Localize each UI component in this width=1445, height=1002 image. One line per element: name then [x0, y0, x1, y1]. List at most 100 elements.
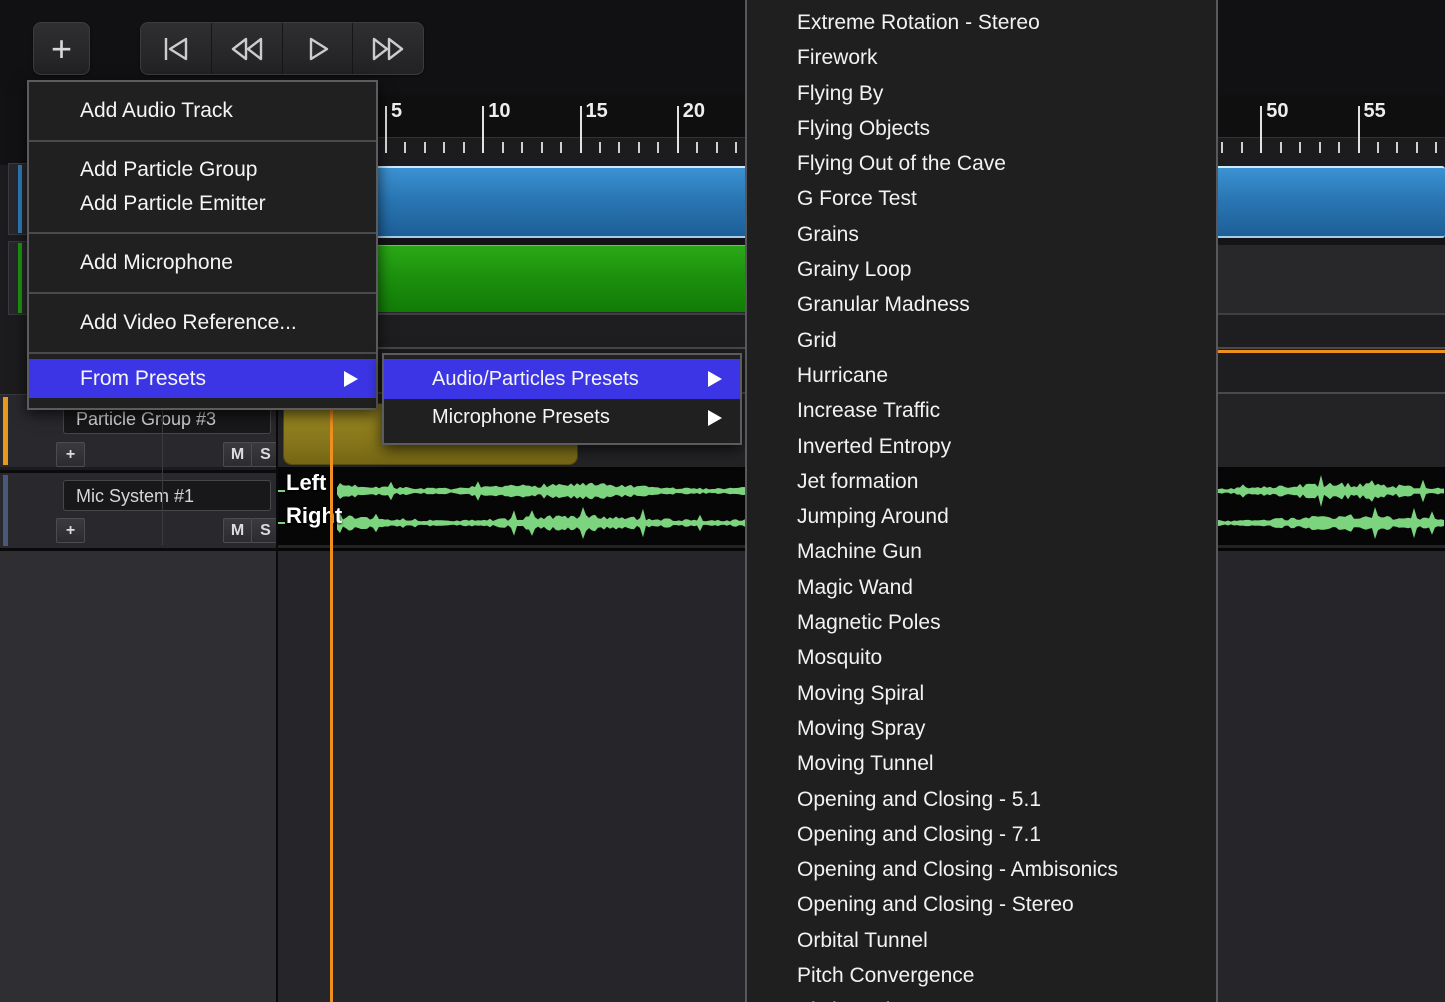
preset-item-inverted-entropy[interactable]: Inverted Entropy	[747, 429, 1216, 464]
submenu-arrow-icon	[708, 371, 722, 387]
particle-add-button[interactable]: +	[56, 442, 85, 467]
rewind-icon	[229, 35, 265, 63]
menu-item-add-video-reference[interactable]: Add Video Reference...	[29, 306, 376, 340]
preset-item-mosquito[interactable]: Mosquito	[747, 640, 1216, 675]
header-panel-lower-area	[0, 548, 276, 1002]
preset-item-moving-tunnel[interactable]: Moving Tunnel	[747, 746, 1216, 781]
ruler-minor-tick	[560, 142, 562, 153]
menu-item-add-particle-emitter[interactable]: Add Particle Emitter	[29, 187, 376, 221]
ruler-major-tick	[385, 106, 387, 153]
preset-item-flying-objects[interactable]: Flying Objects	[747, 111, 1216, 146]
ruler-minor-tick	[1241, 142, 1243, 153]
preset-item-flying-by[interactable]: Flying By	[747, 76, 1216, 111]
skip-to-start-icon	[159, 35, 193, 63]
preset-item-g-force-test[interactable]: G Force Test	[747, 181, 1216, 216]
menu-item-label: Add Audio Track	[80, 99, 233, 122]
preset-item-magic-wand[interactable]: Magic Wand	[747, 570, 1216, 605]
preset-item-pitch-convergence[interactable]: Pitch Convergence	[747, 958, 1216, 993]
menu-section: Add Microphone	[29, 234, 376, 292]
preset-list-panel: Extreme Rotation - StereoFireworkFlying …	[745, 0, 1218, 1002]
ruler-minor-tick	[541, 142, 543, 153]
preset-item-opening-and-closing-stereo[interactable]: Opening and Closing - Stereo	[747, 887, 1216, 922]
track1-color-bar	[18, 165, 22, 233]
ruler-tick-label: 10	[488, 100, 510, 123]
menu-item-add-particle-group[interactable]: Add Particle Group	[29, 153, 376, 187]
preset-item-firework[interactable]: Firework	[747, 40, 1216, 75]
submenu-item-audio-particles-presets[interactable]: Audio/Particles Presets	[384, 359, 740, 399]
fast-forward-icon	[370, 35, 406, 63]
menu-item-label: Add Microphone	[80, 251, 233, 274]
preset-item-increase-traffic[interactable]: Increase Traffic	[747, 393, 1216, 428]
preset-item-pitch-madness[interactable]: Pitch Madness	[747, 993, 1216, 1002]
rewind-button[interactable]	[212, 23, 283, 74]
preset-item-flying-out-of-the-cave[interactable]: Flying Out of the Cave	[747, 146, 1216, 181]
preset-item-extreme-rotation-stereo[interactable]: Extreme Rotation - Stereo	[747, 5, 1216, 40]
preset-item-machine-gun[interactable]: Machine Gun	[747, 534, 1216, 569]
ruler-minor-tick	[443, 142, 445, 153]
submenu-item-label: Microphone Presets	[432, 406, 610, 428]
preset-item-jet-formation[interactable]: Jet formation	[747, 464, 1216, 499]
mic-add-button[interactable]: +	[56, 518, 85, 543]
menu-item-label: Add Video Reference...	[80, 311, 297, 334]
ruler-minor-tick	[1377, 142, 1379, 153]
ruler-minor-tick	[1299, 142, 1301, 153]
ruler-minor-tick	[735, 142, 737, 153]
particle-mute-button[interactable]: M	[223, 442, 252, 467]
menu-item-label: From Presets	[80, 367, 206, 390]
ruler-minor-tick	[1319, 142, 1321, 153]
preset-item-grid[interactable]: Grid	[747, 323, 1216, 358]
menu-item-from-presets[interactable]: From Presets	[29, 359, 376, 398]
menu-item-add-microphone[interactable]: Add Microphone	[29, 246, 376, 280]
menu-item-add-audio-track[interactable]: Add Audio Track	[29, 94, 376, 128]
channel-label-right: Right	[286, 503, 342, 529]
preset-item-grainy-loop[interactable]: Grainy Loop	[747, 252, 1216, 287]
preset-item-opening-and-closing-7-1[interactable]: Opening and Closing - 7.1	[747, 817, 1216, 852]
ruler-major-tick	[677, 106, 679, 153]
ruler-tick-label: 50	[1266, 100, 1288, 123]
preset-item-grains[interactable]: Grains	[747, 217, 1216, 252]
skip-to-start-button[interactable]	[141, 23, 212, 74]
track1-color-indicator[interactable]	[8, 163, 29, 235]
ruler-minor-tick	[1280, 142, 1282, 153]
fast-forward-button[interactable]	[353, 23, 423, 74]
preset-item-granular-madness[interactable]: Granular Madness	[747, 287, 1216, 322]
add-menu: Add Audio Track Add Particle GroupAdd Par…	[27, 80, 378, 410]
track2-color-bar	[18, 243, 22, 313]
ruler-minor-tick	[424, 142, 426, 153]
submenu-arrow-icon	[344, 371, 358, 387]
preset-item-orbital-tunnel[interactable]: Orbital Tunnel	[747, 923, 1216, 958]
menu-section: Add Video Reference...	[29, 294, 376, 352]
ruler-tick-label: 5	[391, 100, 402, 123]
ruler-minor-tick	[1338, 142, 1340, 153]
ruler-minor-tick	[1221, 142, 1223, 153]
mic-mute-button[interactable]: M	[223, 518, 252, 543]
from-presets-submenu: Audio/Particles Presets Microphone Preset…	[382, 353, 742, 445]
add-track-button[interactable]: +	[33, 22, 90, 75]
play-button[interactable]	[283, 23, 354, 74]
preset-item-jumping-around[interactable]: Jumping Around	[747, 499, 1216, 534]
preset-item-hurricane[interactable]: Hurricane	[747, 358, 1216, 393]
ruler-major-tick	[1260, 106, 1262, 153]
preset-item-opening-and-closing-ambisonics[interactable]: Opening and Closing - Ambisonics	[747, 852, 1216, 887]
track2-color-indicator[interactable]	[8, 241, 29, 315]
header-column-divider	[162, 394, 163, 545]
submenu-arrow-icon	[708, 410, 722, 426]
transport-controls	[140, 22, 424, 75]
ruler-minor-tick	[1416, 142, 1418, 153]
preset-item-opening-and-closing-5-1[interactable]: Opening and Closing - 5.1	[747, 782, 1216, 817]
submenu-item-microphone-presets[interactable]: Microphone Presets	[384, 399, 740, 436]
channel-label-left: Left	[286, 470, 326, 496]
mic-system-name-field[interactable]: Mic System #1	[63, 480, 271, 511]
preset-item-magnetic-poles[interactable]: Magnetic Poles	[747, 605, 1216, 640]
ruler-tick-label: 55	[1364, 100, 1386, 123]
preset-item-moving-spiral[interactable]: Moving Spiral	[747, 676, 1216, 711]
ruler-minor-tick	[1396, 142, 1398, 153]
ruler-minor-tick	[638, 142, 640, 153]
ruler-minor-tick	[1435, 142, 1437, 153]
menu-section: Add Particle GroupAdd Particle Emitter	[29, 142, 376, 232]
menu-section: From Presets	[29, 354, 376, 408]
ruler-major-tick	[580, 106, 582, 153]
automation-line[interactable]	[1218, 350, 1445, 353]
ruler-minor-tick	[521, 142, 523, 153]
preset-item-moving-spray[interactable]: Moving Spray	[747, 711, 1216, 746]
